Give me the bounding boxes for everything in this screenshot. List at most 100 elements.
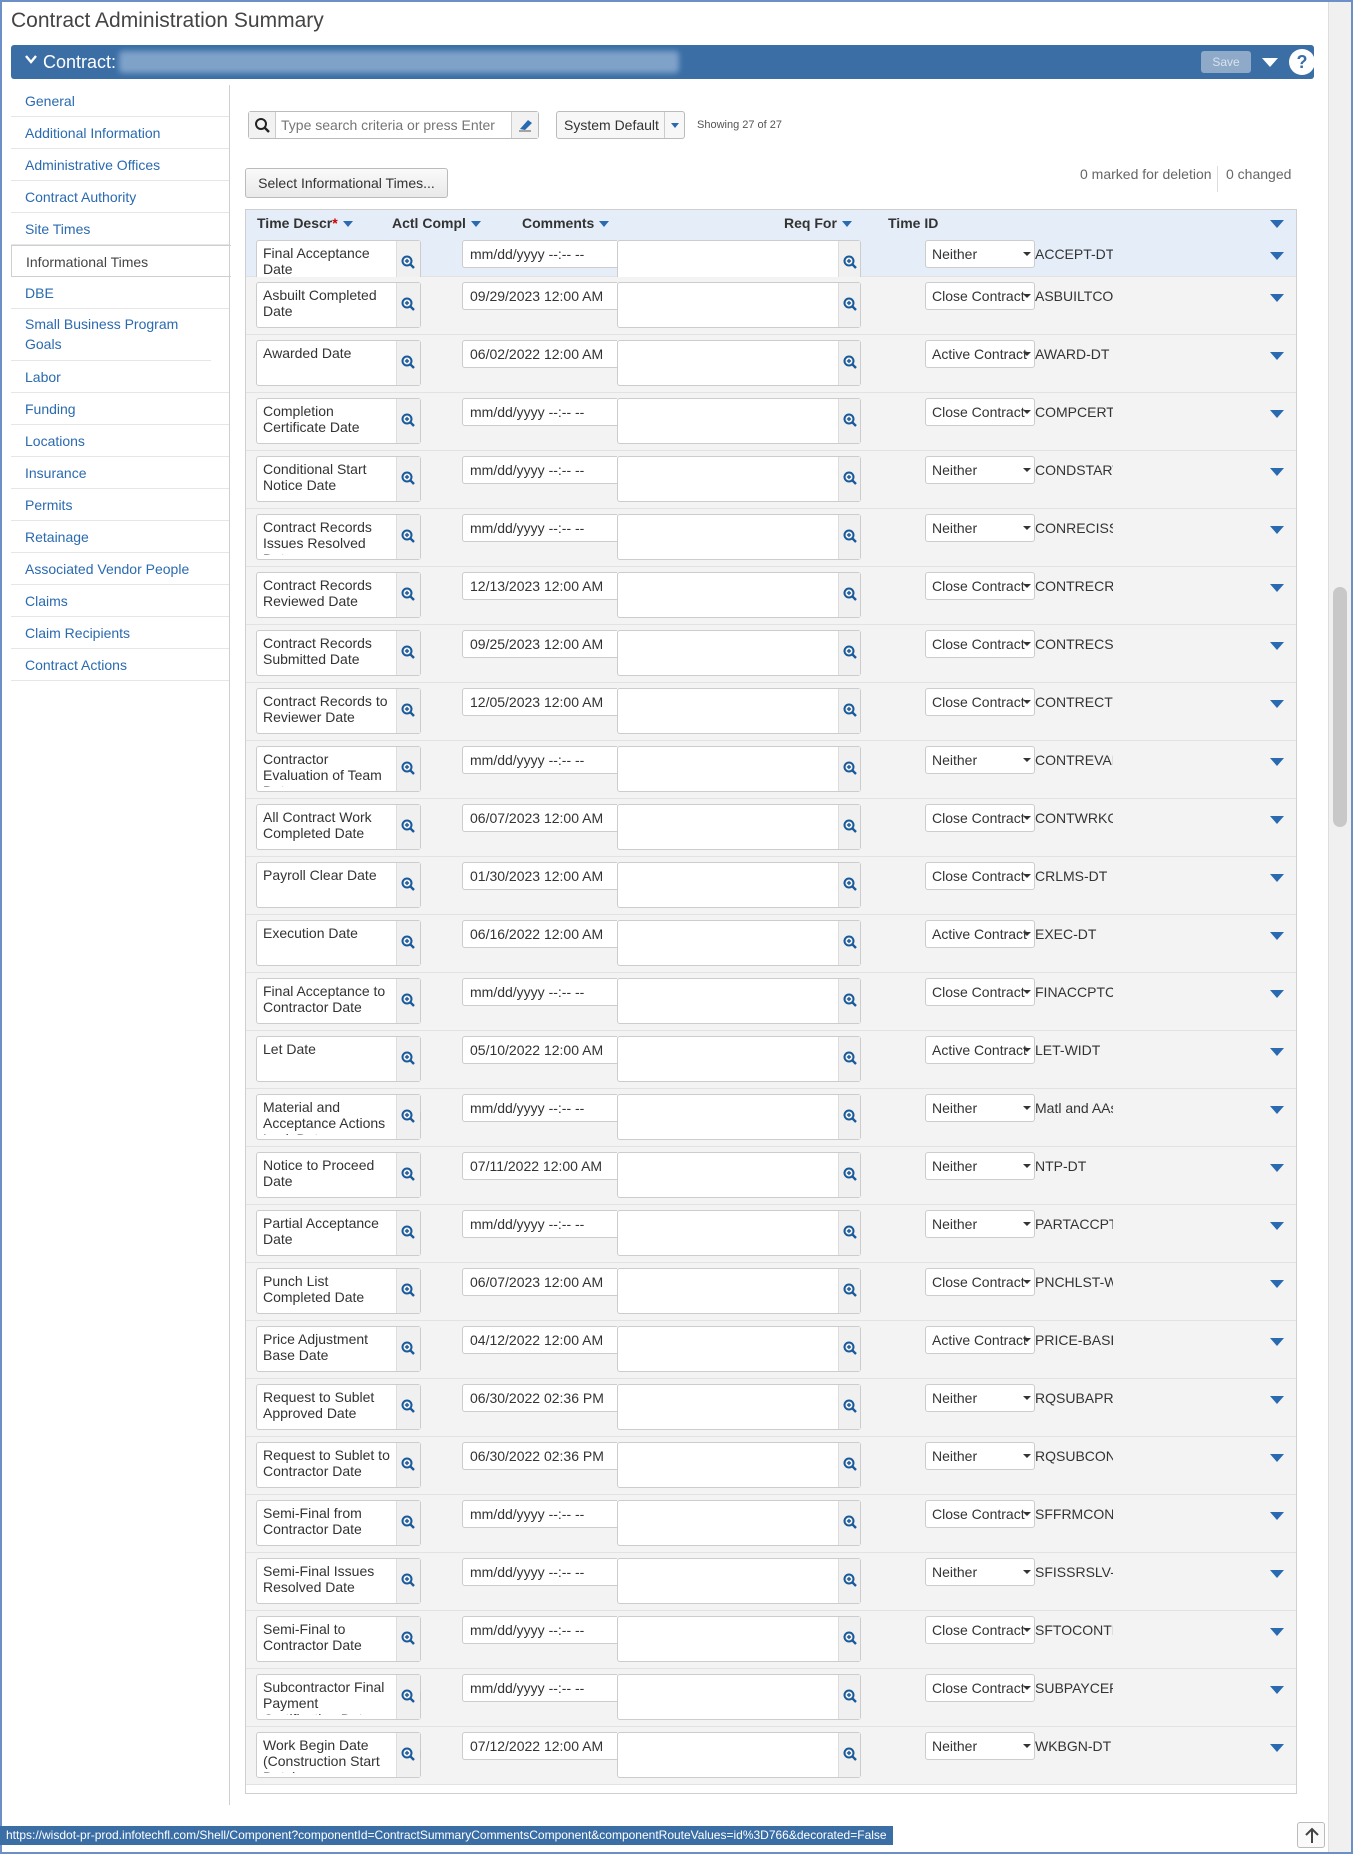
time-descr-field[interactable]: Material and Acceptance Actions Lock Dat… <box>256 1094 421 1140</box>
chevron-down-icon[interactable] <box>1020 921 1034 947</box>
zoom-in-icon[interactable] <box>838 863 860 907</box>
chevron-down-icon[interactable] <box>1020 863 1034 889</box>
chevron-down-icon[interactable] <box>1020 747 1034 773</box>
zoom-in-icon[interactable] <box>396 1327 420 1371</box>
comments-field[interactable] <box>617 630 861 676</box>
actl-compl-date-input[interactable]: 06/16/2022 12:00 AM <box>462 920 617 948</box>
chevron-down-icon[interactable] <box>1020 1559 1034 1585</box>
actl-compl-date-input[interactable]: mm/dd/yyyy --:-- -- <box>462 746 617 774</box>
zoom-in-icon[interactable] <box>838 399 860 443</box>
column-header-actl-compl[interactable]: Actl Compl <box>392 215 481 231</box>
sidebar-item[interactable]: Retainage <box>11 521 230 553</box>
actl-compl-date-input[interactable]: 04/12/2022 12:00 AM <box>462 1326 617 1354</box>
time-descr-field[interactable]: Contract Records Issues Resolved Date <box>256 514 421 560</box>
caret-down-icon[interactable] <box>1268 1509 1286 1521</box>
caret-down-icon[interactable] <box>1268 465 1286 477</box>
caret-down-icon[interactable] <box>1268 1335 1286 1347</box>
zoom-in-icon[interactable] <box>396 1443 420 1487</box>
chevron-down-icon[interactable] <box>1020 457 1034 483</box>
req-for-select[interactable]: Close Contract <box>925 282 1035 310</box>
chevron-down-icon[interactable] <box>1020 399 1034 425</box>
time-descr-field[interactable]: Partial Acceptance Date <box>256 1210 421 1256</box>
time-descr-field[interactable]: Request to Sublet Approved Date <box>256 1384 421 1430</box>
comments-field[interactable] <box>617 1036 861 1082</box>
zoom-in-icon[interactable] <box>396 747 420 791</box>
caret-down-icon[interactable] <box>1268 1103 1286 1115</box>
search-icon[interactable] <box>249 112 276 138</box>
actl-compl-date-input[interactable]: mm/dd/yyyy --:-- -- <box>462 1094 617 1122</box>
zoom-in-icon[interactable] <box>838 457 860 501</box>
zoom-in-icon[interactable] <box>396 1095 420 1139</box>
comments-field[interactable] <box>617 1732 861 1778</box>
comments-field[interactable] <box>617 572 861 618</box>
zoom-in-icon[interactable] <box>838 1037 860 1081</box>
sidebar-item[interactable]: Informational Times <box>11 245 231 277</box>
chevron-down-icon[interactable] <box>1020 1733 1034 1759</box>
req-for-select[interactable]: Close Contract <box>925 572 1035 600</box>
zoom-in-icon[interactable] <box>396 1385 420 1429</box>
caret-down-icon[interactable] <box>1268 1451 1286 1463</box>
zoom-in-icon[interactable] <box>396 457 420 501</box>
caret-down-icon[interactable] <box>1268 871 1286 883</box>
caret-down-icon[interactable] <box>1268 1161 1286 1173</box>
zoom-in-icon[interactable] <box>396 805 420 849</box>
caret-down-icon[interactable] <box>1259 53 1281 71</box>
zoom-in-icon[interactable] <box>838 283 860 327</box>
chevron-down-icon[interactable] <box>1020 1327 1034 1353</box>
column-header-time-descr[interactable]: Time Descr* <box>257 215 353 231</box>
zoom-in-icon[interactable] <box>396 1617 420 1661</box>
req-for-select[interactable]: Close Contract <box>925 1616 1035 1644</box>
actl-compl-date-input[interactable]: mm/dd/yyyy --:-- -- <box>462 514 617 542</box>
caret-down-icon[interactable] <box>1268 1277 1286 1289</box>
zoom-in-icon[interactable] <box>396 573 420 617</box>
actl-compl-date-input[interactable]: 09/29/2023 12:00 AM <box>462 282 617 310</box>
comments-field[interactable] <box>617 340 861 386</box>
caret-down-icon[interactable] <box>1268 1567 1286 1579</box>
zoom-in-icon[interactable] <box>396 1675 420 1719</box>
time-descr-field[interactable]: All Contract Work Completed Date <box>256 804 421 850</box>
comments-field[interactable] <box>617 746 861 792</box>
req-for-select[interactable]: Close Contract <box>925 398 1035 426</box>
time-descr-field[interactable]: Semi-Final from Contractor Date <box>256 1500 421 1546</box>
req-for-select[interactable]: Active Contract <box>925 920 1035 948</box>
req-for-select[interactable]: Neither <box>925 1558 1035 1586</box>
req-for-select[interactable]: Active Contract <box>925 1036 1035 1064</box>
arrow-up-icon[interactable] <box>1297 1822 1325 1848</box>
caret-down-icon[interactable] <box>1268 581 1286 593</box>
comments-field[interactable] <box>617 862 861 908</box>
chevron-down-icon[interactable] <box>1020 573 1034 599</box>
time-descr-field[interactable]: Awarded Date <box>256 340 421 386</box>
actl-compl-date-input[interactable]: mm/dd/yyyy --:-- -- <box>462 1616 617 1644</box>
comments-field[interactable] <box>617 1616 861 1662</box>
actl-compl-date-input[interactable]: 12/05/2023 12:00 AM <box>462 688 617 716</box>
caret-down-icon[interactable] <box>1268 813 1286 825</box>
caret-down-icon[interactable] <box>1268 291 1286 303</box>
zoom-in-icon[interactable] <box>838 1733 860 1777</box>
sidebar-item[interactable]: Contract Actions <box>11 649 230 681</box>
sidebar-item[interactable]: Claims <box>11 585 230 617</box>
comments-field[interactable] <box>617 398 861 444</box>
zoom-in-icon[interactable] <box>396 1559 420 1603</box>
req-for-select[interactable]: Active Contract <box>925 340 1035 368</box>
zoom-in-icon[interactable] <box>838 1269 860 1313</box>
zoom-in-icon[interactable] <box>838 979 860 1023</box>
time-descr-field[interactable]: Contract Records Reviewed Date <box>256 572 421 618</box>
time-descr-field[interactable]: Let Date <box>256 1036 421 1082</box>
caret-down-icon[interactable] <box>1268 217 1286 233</box>
caret-down-icon[interactable] <box>1268 755 1286 767</box>
req-for-select[interactable]: Close Contract <box>925 804 1035 832</box>
zoom-in-icon[interactable] <box>396 979 420 1023</box>
vertical-scrollbar[interactable] <box>1328 2 1351 1852</box>
view-select[interactable]: System Default <box>556 111 685 139</box>
sort-caret-icon[interactable] <box>342 221 353 228</box>
actl-compl-date-input[interactable]: 07/12/2022 12:00 AM <box>462 1732 617 1760</box>
caret-down-icon[interactable] <box>1268 349 1286 361</box>
chevron-down-icon[interactable] <box>1020 689 1034 715</box>
chevron-down-icon[interactable] <box>1020 805 1034 831</box>
comments-field[interactable] <box>617 688 861 734</box>
save-button[interactable]: Save <box>1201 51 1251 73</box>
zoom-in-icon[interactable] <box>838 341 860 385</box>
sidebar-item[interactable]: General <box>11 85 230 117</box>
actl-compl-date-input[interactable]: 06/02/2022 12:00 AM <box>462 340 617 368</box>
req-for-select[interactable]: Close Contract <box>925 862 1035 890</box>
